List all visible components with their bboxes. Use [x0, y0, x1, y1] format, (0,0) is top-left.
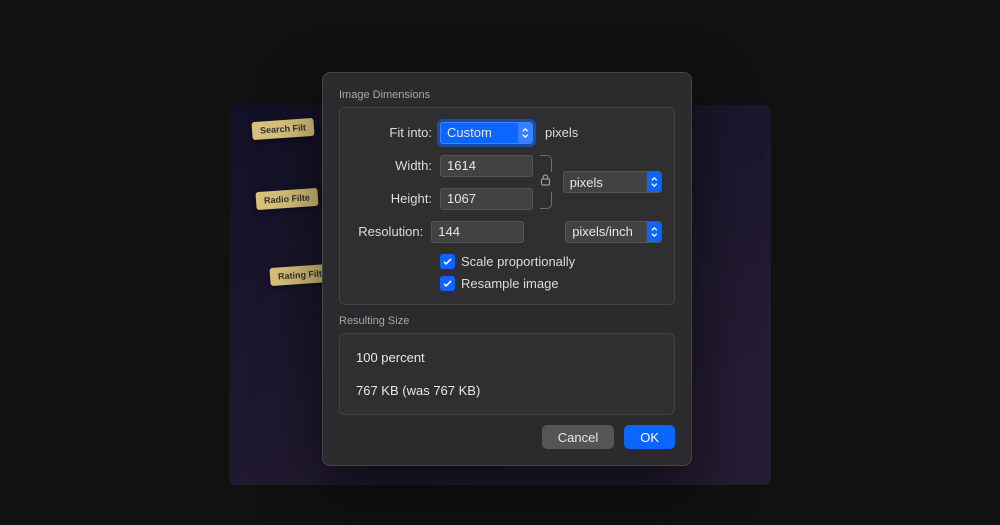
- ok-button[interactable]: OK: [624, 425, 675, 449]
- fit-into-label: Fit into:: [352, 125, 432, 140]
- chevron-updown-icon: [647, 222, 661, 242]
- resulting-percent: 100 percent: [352, 344, 662, 371]
- height-input[interactable]: [440, 188, 533, 210]
- fit-into-suffix: pixels: [545, 125, 578, 140]
- dimension-unit-select[interactable]: pixels: [563, 171, 662, 193]
- resolution-label: Resolution:: [352, 224, 423, 239]
- chevron-updown-icon: [647, 172, 661, 192]
- dimension-unit-value: pixels: [570, 175, 603, 190]
- section-title-dimensions: Image Dimensions: [339, 89, 675, 101]
- fit-into-value: Custom: [447, 125, 492, 140]
- image-dimensions-dialog: Image Dimensions Fit into: Custom pixels…: [322, 72, 692, 466]
- resolution-unit-select[interactable]: pixels/inch: [565, 221, 662, 243]
- lock-icon[interactable]: [540, 172, 551, 192]
- chevron-updown-icon: [518, 123, 532, 143]
- link-bracket-icon: [540, 192, 552, 209]
- resolution-input[interactable]: [431, 221, 524, 243]
- scale-proportionally-label: Scale proportionally: [461, 254, 575, 269]
- section-title-resulting: Resulting Size: [339, 315, 675, 327]
- width-label: Width:: [352, 158, 432, 173]
- cancel-button[interactable]: Cancel: [542, 425, 614, 449]
- resulting-filesize: 767 KB (was 767 KB): [352, 377, 662, 404]
- resulting-size-group: 100 percent 767 KB (was 767 KB): [339, 333, 675, 415]
- width-input[interactable]: [440, 155, 533, 177]
- resample-image-checkbox[interactable]: [440, 276, 455, 291]
- height-label: Height:: [352, 191, 432, 206]
- dimensions-group: Fit into: Custom pixels Width: Height:: [339, 107, 675, 305]
- resample-image-label: Resample image: [461, 276, 559, 291]
- resolution-unit-value: pixels/inch: [572, 224, 633, 239]
- link-bracket-icon: [540, 155, 552, 172]
- scale-proportionally-checkbox[interactable]: [440, 254, 455, 269]
- fit-into-select[interactable]: Custom: [440, 122, 533, 144]
